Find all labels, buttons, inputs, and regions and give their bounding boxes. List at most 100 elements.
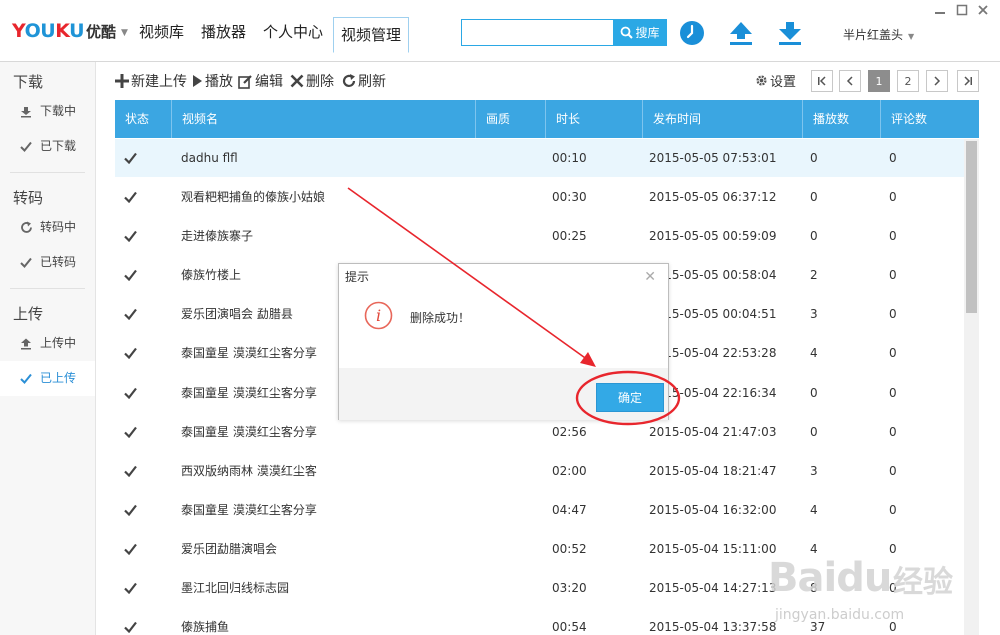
sidebar-section-transcode: 转码 (13, 189, 44, 207)
cell-name: 泰国童星 漠漠红尘客分享 (181, 346, 317, 361)
check-icon (19, 141, 33, 152)
tab-video-library[interactable]: 视频库 (132, 17, 191, 53)
info-icon: i (364, 301, 393, 330)
sidebar-item-label: 已上传 (40, 371, 77, 385)
check-icon (124, 231, 137, 243)
first-page-icon (818, 76, 826, 86)
edit-label: 编辑 (255, 74, 283, 90)
cell-name: dadhu flfl (181, 151, 238, 165)
maximize-icon[interactable] (956, 4, 968, 20)
chevron-right-icon (934, 76, 941, 86)
user-menu[interactable]: 半片红盖头 ▼ (843, 26, 914, 43)
sidebar-item-uploaded[interactable]: 已上传 (0, 361, 95, 396)
dialog-message: 删除成功！ (410, 311, 471, 325)
close-window-icon[interactable] (977, 4, 989, 20)
cell-duration: 03:20 (552, 581, 587, 596)
download-icon[interactable] (777, 20, 803, 46)
edit-button[interactable]: 编辑 (238, 71, 283, 91)
check-icon (124, 152, 137, 164)
cell-time: 2015-05-04 18:21:47 (649, 463, 777, 478)
cell-comments: 0 (889, 346, 897, 361)
upload-icon (19, 338, 33, 350)
dialog-title: 提示 (345, 270, 370, 284)
alert-dialog: 提示 ✕ i 删除成功！ 确定 (338, 263, 669, 420)
col-plays[interactable]: 播放数 (803, 100, 881, 138)
search-icon (621, 26, 634, 39)
main-nav: 视频库 播放器 个人中心 视频管理 (132, 17, 412, 53)
sidebar-item-label: 上传中 (40, 336, 77, 350)
first-page-button[interactable] (811, 70, 833, 92)
cell-plays: 0 (810, 385, 818, 400)
table-row[interactable]: 观看粑粑捕鱼的傣族小姑娘 00:30 2015-05-05 06:37:12 0 0 (115, 178, 964, 218)
plus-icon (115, 74, 129, 88)
col-video-name[interactable]: 视频名 (172, 100, 476, 138)
username: 半片红盖头 (843, 28, 904, 42)
check-icon (124, 465, 137, 477)
table-row[interactable]: 西双版纳雨林 漠漠红尘客 02:00 2015-05-04 18:21:47 3 0 (115, 452, 964, 491)
prev-page-button[interactable] (839, 70, 861, 92)
col-status[interactable]: 状态 (115, 100, 172, 138)
page-2-button[interactable]: 2 (897, 70, 919, 92)
sidebar-item-transcoded[interactable]: 已转码 (0, 245, 95, 280)
settings-button[interactable]: 设置 (755, 71, 796, 90)
col-quality[interactable]: 画质 (476, 100, 546, 138)
watermark-cn: 经验 (893, 565, 953, 600)
cell-name: 泰国童星 漠漠红尘客分享 (181, 502, 317, 517)
edit-icon (238, 74, 252, 89)
sidebar-item-transcoding[interactable]: 转码中 (0, 210, 95, 245)
sidebar-divider (10, 172, 85, 173)
cell-name: 傣族捕鱼 (181, 620, 230, 635)
scrollbar-thumb[interactable] (966, 141, 977, 313)
tab-player[interactable]: 播放器 (194, 17, 253, 53)
delete-button[interactable]: 删除 (290, 71, 334, 91)
sidebar-item-downloaded[interactable]: 已下载 (0, 129, 95, 164)
cell-duration: 02:00 (552, 463, 587, 478)
cell-plays: 3 (810, 307, 818, 322)
cell-name: 泰国童星 漠漠红尘客分享 (181, 385, 317, 400)
page-1-button[interactable]: 1 (868, 70, 890, 92)
cell-duration: 00:25 (552, 229, 587, 244)
table-row[interactable]: dadhu flfl 00:10 2015-05-05 07:53:01 0 0 (115, 139, 964, 179)
table-header: 状态 视频名 画质 时长 发布时间 播放数 评论数 (115, 100, 979, 138)
chevron-down-icon: ▼ (908, 32, 915, 41)
cell-plays: 0 (810, 151, 818, 165)
sidebar: 下载 下载中 已下载 转码 转码中 已转码 上传 上传中 已上传 (0, 62, 96, 635)
ok-button[interactable]: 确定 (596, 383, 664, 412)
refresh-icon (342, 74, 356, 87)
sidebar-divider (10, 288, 85, 289)
col-duration[interactable]: 时长 (546, 100, 643, 138)
play-button[interactable]: 播放 (192, 71, 233, 91)
col-comments[interactable]: 评论数 (881, 100, 979, 138)
search-box: 搜库 (461, 19, 667, 46)
clock-icon[interactable] (679, 20, 705, 46)
sidebar-item-downloading[interactable]: 下载中 (0, 94, 95, 129)
last-page-button[interactable] (957, 70, 979, 92)
cell-comments: 0 (889, 424, 897, 439)
upload-icon[interactable] (728, 20, 754, 46)
search-button[interactable]: 搜库 (613, 19, 667, 46)
table-row[interactable]: 走进傣族寨子 00:25 2015-05-05 00:59:09 0 0 (115, 217, 964, 257)
new-upload-button[interactable]: 新建上传 (115, 71, 187, 91)
play-label: 播放 (205, 74, 233, 90)
sidebar-section-upload: 上传 (13, 305, 44, 323)
close-icon[interactable]: ✕ (644, 269, 656, 285)
cell-plays: 0 (810, 424, 818, 439)
check-icon (124, 543, 137, 555)
gear-icon (756, 75, 767, 86)
tab-video-management[interactable]: 视频管理 (333, 17, 410, 53)
cell-time: 2015-05-04 13:37:58 (649, 620, 777, 635)
cell-name: 泰国童星 漠漠红尘客分享 (181, 424, 317, 439)
col-publish-time[interactable]: 发布时间 (643, 100, 803, 138)
chevron-down-icon: ▼ (121, 27, 128, 38)
cell-plays: 4 (810, 346, 818, 361)
tab-personal-center[interactable]: 个人中心 (256, 17, 330, 53)
minimize-icon[interactable] (934, 4, 946, 20)
next-page-button[interactable] (926, 70, 948, 92)
youku-logo[interactable]: YOUKU 优酷 ▼ (12, 20, 128, 42)
cell-name: 观看粑粑捕鱼的傣族小姑娘 (181, 190, 326, 205)
refresh-button[interactable]: 刷新 (342, 71, 386, 91)
logo-cn: 优酷 (86, 22, 117, 41)
cell-duration: 00:30 (552, 190, 587, 205)
sidebar-item-uploading[interactable]: 上传中 (0, 326, 95, 361)
search-input[interactable] (461, 19, 613, 46)
